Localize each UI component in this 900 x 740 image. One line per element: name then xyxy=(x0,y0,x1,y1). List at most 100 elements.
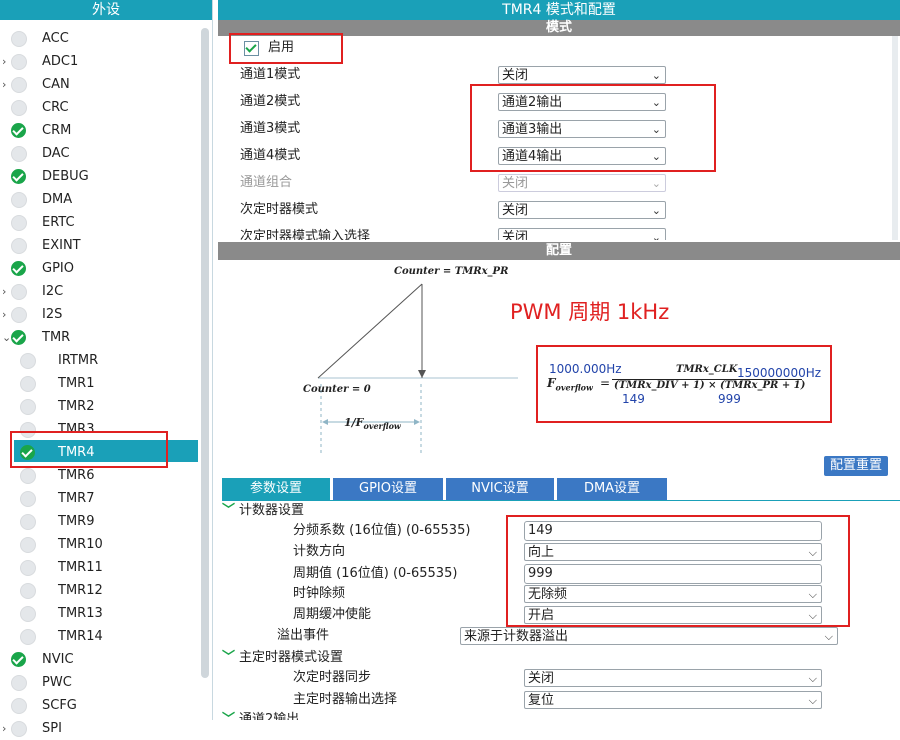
chevron-right-icon[interactable]: › xyxy=(2,718,10,740)
chevron-down-icon: ⌄ xyxy=(651,204,661,217)
sidebar-item-dma[interactable]: DMA xyxy=(0,189,200,211)
sidebar-item-ertc[interactable]: ERTC xyxy=(0,212,200,234)
sidebar-item-label: DEBUG xyxy=(42,169,89,184)
sidebar-item-spi[interactable]: › SPI xyxy=(0,718,200,740)
chevron-down-icon[interactable]: ⌄ xyxy=(2,327,11,349)
sidebar-item-gpio[interactable]: GPIO xyxy=(0,258,200,280)
empty-circle-icon xyxy=(11,721,27,737)
empty-circle-icon xyxy=(11,284,27,300)
sidebar-item-tmr7[interactable]: TMR7 xyxy=(0,488,200,510)
chevron-down-icon: ﹀ xyxy=(222,712,236,720)
sidebar-item-label: EXINT xyxy=(42,238,81,253)
empty-circle-icon xyxy=(20,353,36,369)
master-settings-group[interactable]: ﹀ 主定时器模式设置 xyxy=(222,649,343,667)
channel-output-group[interactable]: ﹀ 通道2输出 xyxy=(222,711,299,720)
sidebar-item-label: IRTMR xyxy=(58,353,99,368)
sidebar-item-tmr12[interactable]: TMR12 xyxy=(0,580,200,602)
chevron-down-icon: ﹀ xyxy=(222,650,236,665)
sidebar-item-scfg[interactable]: SCFG xyxy=(0,695,200,717)
config-reset-button[interactable]: 配置重置 xyxy=(824,456,888,476)
mode-row-select[interactable]: 关闭 ⌄ xyxy=(498,66,666,84)
sidebar-item-crm[interactable]: CRM xyxy=(0,120,200,142)
sidebar-item-acc[interactable]: ACC xyxy=(0,28,200,50)
mode-row-label: 通道4模式 xyxy=(240,148,301,163)
sidebar-item-dac[interactable]: DAC xyxy=(0,143,200,165)
sidebar-item-tmr9[interactable]: TMR9 xyxy=(0,511,200,533)
tab-parameter-settings[interactable]: 参数设置 xyxy=(222,478,330,500)
empty-circle-icon xyxy=(20,399,36,415)
sidebar-item-crc[interactable]: CRC xyxy=(0,97,200,119)
select-value: 关闭 xyxy=(502,176,529,191)
chevron-right-icon[interactable]: › xyxy=(2,281,10,303)
sidebar-item-label: TMR6 xyxy=(58,468,95,483)
counter-settings-group[interactable]: ﹀ 计数器设置 xyxy=(222,502,304,520)
tab-dma-settings[interactable]: DMA设置 xyxy=(557,478,667,500)
chevron-right-icon[interactable]: › xyxy=(2,51,10,73)
clock-div-label: 时钟除频 xyxy=(293,586,346,601)
sidebar-scrollbar[interactable] xyxy=(201,28,209,678)
sidebar-item-tmr1[interactable]: TMR1 xyxy=(0,373,200,395)
select-value: 关闭 xyxy=(502,203,529,218)
sidebar-item-nvic[interactable]: NVIC xyxy=(0,649,200,671)
mode-scrollbar[interactable] xyxy=(892,36,898,240)
sidebar-item-label: TMR13 xyxy=(58,606,103,621)
sub-sync-select[interactable]: 关闭 ⌵ xyxy=(524,669,822,687)
select-value: 关闭 xyxy=(502,68,529,83)
sidebar-item-label: NVIC xyxy=(42,652,74,667)
sidebar-item-exint[interactable]: EXINT xyxy=(0,235,200,257)
overflow-label: 溢出事件 xyxy=(277,628,330,643)
chevron-right-icon[interactable]: › xyxy=(2,304,10,326)
sidebar-item-pwc[interactable]: PWC xyxy=(0,672,200,694)
sidebar-item-tmr[interactable]: ⌄ TMR xyxy=(0,327,200,349)
sidebar-item-can[interactable]: › CAN xyxy=(0,74,200,96)
chevron-down-icon: ⌵ xyxy=(808,694,817,707)
direction-label: 计数方向 xyxy=(293,544,346,559)
peripheral-sidebar: 外设 ACC › ADC1 › CAN CRC CRM DAC DEBUG DMA ERTC EXIN… xyxy=(0,0,213,737)
mode-row-select[interactable]: 关闭 ⌄ xyxy=(498,228,666,240)
panel-title: TMR4 模式和配置 xyxy=(218,0,900,20)
empty-circle-icon xyxy=(11,54,27,70)
master-out-label: 主定时器输出选择 xyxy=(293,692,398,707)
counter-zero-label: Counter = 0 xyxy=(303,384,371,395)
sidebar-item-i2c[interactable]: › I2C xyxy=(0,281,200,303)
sidebar-item-label: DAC xyxy=(42,146,70,161)
empty-circle-icon xyxy=(11,307,27,323)
sidebar-item-tmr14[interactable]: TMR14 xyxy=(0,626,200,648)
sidebar-item-tmr11[interactable]: TMR11 xyxy=(0,557,200,579)
mode-row-label: 通道1模式 xyxy=(240,67,301,82)
period-arrow-left xyxy=(322,419,328,425)
empty-circle-icon xyxy=(11,698,27,714)
sidebar-item-debug[interactable]: DEBUG xyxy=(0,166,200,188)
sidebar-item-label: I2S xyxy=(42,307,63,322)
sidebar-item-i2s[interactable]: › I2S xyxy=(0,304,200,326)
chevron-down-icon: ⌄ xyxy=(651,69,661,82)
mode-row-select: 关闭 ⌄ xyxy=(498,174,666,192)
chevron-down-icon: ⌵ xyxy=(808,672,817,685)
overflow-select[interactable]: 来源于计数器溢出 ⌵ xyxy=(460,627,838,645)
period-label: 周期值 (16位值) (0-65535) xyxy=(293,566,458,581)
sidebar-item-tmr6[interactable]: TMR6 xyxy=(0,465,200,487)
sidebar-item-tmr10[interactable]: TMR10 xyxy=(0,534,200,556)
ramp-line xyxy=(317,283,423,379)
empty-circle-icon xyxy=(11,31,27,47)
sidebar-item-label: TMR9 xyxy=(58,514,95,529)
mode-row-select[interactable]: 关闭 ⌄ xyxy=(498,201,666,219)
sidebar-item-tmr2[interactable]: TMR2 xyxy=(0,396,200,418)
tab-gpio-settings[interactable]: GPIO设置 xyxy=(333,478,443,500)
sidebar-item-label: TMR7 xyxy=(58,491,95,506)
chevron-right-icon[interactable]: › xyxy=(2,74,10,96)
check-circle-icon xyxy=(11,261,26,276)
empty-circle-icon xyxy=(20,468,36,484)
tab-nvic-settings[interactable]: NVIC设置 xyxy=(446,478,554,500)
sidebar-item-label: ACC xyxy=(42,31,69,46)
sidebar-item-label: ERTC xyxy=(42,215,75,230)
mode-row-label: 次定时器模式 xyxy=(240,202,319,217)
sidebar-item-tmr13[interactable]: TMR13 xyxy=(0,603,200,625)
master-out-select[interactable]: 复位 ⌵ xyxy=(524,691,822,709)
buffer-label: 周期缓冲使能 xyxy=(293,607,372,622)
sidebar-item-adc1[interactable]: › ADC1 xyxy=(0,51,200,73)
sidebar-item-irtmr[interactable]: IRTMR xyxy=(0,350,200,372)
sidebar-item-label: SPI xyxy=(42,721,62,736)
annotation-box-formula xyxy=(536,345,832,423)
empty-circle-icon xyxy=(11,675,27,691)
